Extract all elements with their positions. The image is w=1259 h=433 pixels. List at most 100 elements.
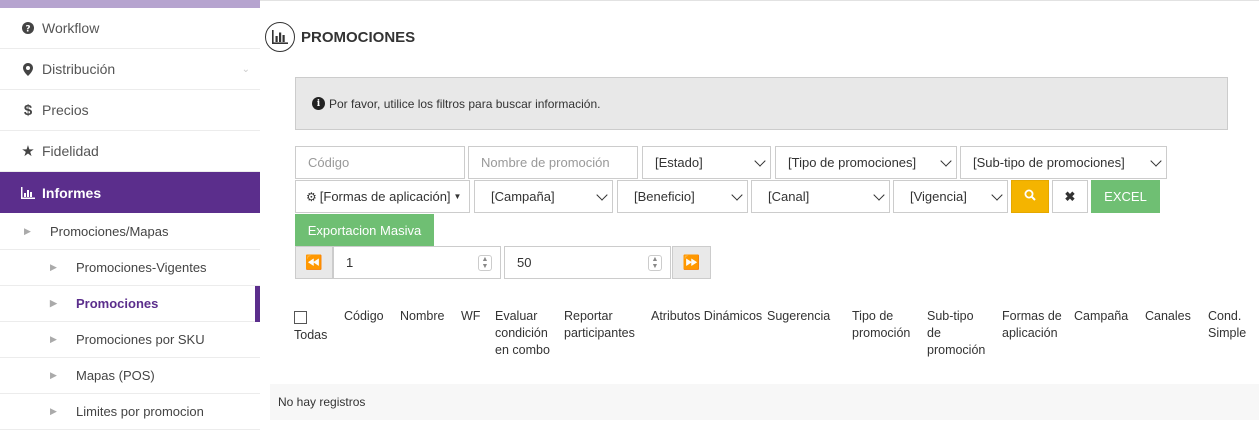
- search-icon: [1024, 189, 1036, 204]
- column-label: Todas: [294, 328, 328, 342]
- column-subtipo-promocion[interactable]: Sub-tipo de promoción: [927, 308, 987, 359]
- column-atributos-dinamicos[interactable]: Atributos Dinámicos: [651, 308, 762, 325]
- column-canales[interactable]: Canales: [1145, 308, 1191, 325]
- spinner-icon[interactable]: ▲ ▼: [648, 255, 662, 271]
- info-alert: i Por favor, utilice los filtros para bu…: [295, 77, 1228, 130]
- fast-forward-icon: ⏩: [682, 254, 701, 270]
- column-wf[interactable]: WF: [461, 308, 480, 325]
- sidebar-item-label: Distribución: [42, 61, 116, 77]
- column-cond-simple[interactable]: Cond. Simple: [1208, 308, 1256, 342]
- vigencia-value: [Vigencia]: [910, 189, 967, 204]
- sidebar-subitem-mapas-pos[interactable]: ▶ Mapas (POS): [0, 358, 260, 394]
- chevron-down-icon: [1150, 155, 1162, 167]
- excel-button[interactable]: EXCEL: [1091, 180, 1160, 213]
- sidebar-item-label: Workflow: [42, 20, 100, 36]
- page-size-input[interactable]: 50 ▲ ▼: [504, 246, 671, 279]
- nombre-promocion-input[interactable]: Nombre de promoción: [468, 146, 638, 179]
- main-content: PROMOCIONES i Por favor, utilice los fil…: [260, 0, 1259, 433]
- empty-table-message: No hay registros: [270, 384, 1259, 420]
- estado-select[interactable]: [Estado]: [642, 146, 771, 179]
- sidebar-subitem-limites-por-promocion[interactable]: ▶ Limites por promocion: [0, 394, 260, 430]
- sidebar-subitem-promociones[interactable]: ▶ Promociones: [0, 286, 260, 322]
- bar-chart-icon: [20, 186, 36, 199]
- sidebar-subitem-label: Promociones-Vigentes: [76, 260, 207, 275]
- page-size-value: 50: [517, 255, 532, 270]
- codigo-placeholder: Código: [308, 155, 350, 170]
- sidebar-item-fidelidad[interactable]: ★ Fidelidad: [0, 131, 260, 172]
- rewind-icon: ⏪: [305, 254, 323, 270]
- chevron-right-icon: ▶: [50, 406, 57, 416]
- chevron-down-icon: ⌄: [241, 63, 250, 75]
- caret-down-icon: ▼: [453, 192, 462, 201]
- select-all-checkbox[interactable]: [294, 311, 307, 324]
- svg-text:?: ?: [25, 25, 30, 35]
- campana-select[interactable]: [Campaña]: [474, 180, 613, 213]
- column-nombre[interactable]: Nombre: [400, 308, 444, 325]
- formas-value: [Formas de aplicación]: [319, 189, 451, 204]
- chevron-down-icon: [731, 189, 743, 201]
- vigencia-select[interactable]: [Vigencia]: [893, 180, 1008, 213]
- exportacion-masiva-button[interactable]: Exportacion Masiva: [295, 214, 434, 246]
- column-reportar-participantes[interactable]: Reportar participantes: [564, 308, 644, 342]
- codigo-input[interactable]: Código: [295, 146, 465, 179]
- info-icon: i: [312, 97, 325, 110]
- sidebar-item-label: Fidelidad: [42, 143, 99, 159]
- sidebar-subitem-label: Promociones por SKU: [76, 332, 205, 347]
- sidebar-subitem-label: Limites por promocion: [76, 404, 204, 419]
- search-button[interactable]: [1011, 180, 1049, 213]
- sidebar-subitem-promociones-vigentes[interactable]: ▶ Promociones-Vigentes: [0, 250, 260, 286]
- column-sugerencia[interactable]: Sugerencia: [767, 308, 830, 325]
- canal-select[interactable]: [Canal]: [751, 180, 890, 213]
- chevron-right-icon: ▶: [50, 262, 57, 272]
- export-label: Exportacion Masiva: [307, 222, 422, 238]
- gear-icon: ⚙: [306, 189, 317, 204]
- subtipo-value: [Sub-tipo de promociones]: [973, 155, 1125, 170]
- tipo-promociones-select[interactable]: [Tipo de promociones]: [775, 146, 957, 179]
- bar-chart-icon: [265, 22, 295, 52]
- chevron-down-icon: [596, 189, 608, 201]
- subtipo-promociones-select[interactable]: [Sub-tipo de promociones]: [960, 146, 1167, 179]
- estado-value: [Estado]: [655, 155, 703, 170]
- question-circle-icon: ?: [20, 22, 36, 34]
- sidebar-item-workflow[interactable]: ? Workflow: [0, 8, 260, 49]
- tipo-value: [Tipo de promociones]: [788, 155, 917, 170]
- chevron-down-icon: [991, 189, 1003, 201]
- column-campana[interactable]: Campaña: [1074, 308, 1128, 325]
- column-formas-aplicacion[interactable]: Formas de aplicación: [1002, 308, 1064, 342]
- chevron-right-icon: ▶: [50, 334, 57, 344]
- sidebar-subitem-promociones-por-sku[interactable]: ▶ Promociones por SKU: [0, 322, 260, 358]
- chevron-right-icon: ▶: [24, 225, 31, 236]
- sidebar-item-informes[interactable]: Informes: [0, 172, 260, 213]
- page-title: PROMOCIONES: [301, 28, 416, 46]
- info-text: Por favor, utilice los filtros para busc…: [329, 96, 601, 111]
- column-todas[interactable]: Todas: [294, 311, 327, 344]
- spinner-icon[interactable]: ▲ ▼: [478, 255, 492, 271]
- column-codigo[interactable]: Código: [344, 308, 384, 325]
- sidebar: ? Workflow Distribución ⌄ $ Precios ★ Fi…: [0, 0, 260, 433]
- prev-page-button[interactable]: ⏪: [295, 246, 333, 279]
- sidebar-subitem-promociones-mapas[interactable]: ▶ Promociones/Mapas: [0, 213, 260, 250]
- next-page-button[interactable]: ⏩: [672, 246, 711, 279]
- nombre-placeholder: Nombre de promoción: [481, 155, 610, 170]
- chevron-right-icon: ▶: [50, 298, 57, 308]
- chevron-down-icon: [873, 189, 885, 201]
- excel-label: EXCEL: [1104, 189, 1147, 204]
- canal-value: [Canal]: [768, 189, 810, 204]
- star-icon: ★: [21, 143, 35, 160]
- chevron-down-icon: [754, 155, 766, 167]
- column-evaluar-condicion[interactable]: Evaluar condición en combo: [495, 308, 555, 359]
- map-marker-icon: [20, 62, 36, 76]
- sidebar-item-precios[interactable]: $ Precios: [0, 90, 260, 131]
- table-header: Todas Código Nombre WF Evaluar condición…: [260, 300, 1259, 380]
- beneficio-value: [Beneficio]: [634, 189, 695, 204]
- sidebar-item-label: Informes: [42, 184, 102, 201]
- sidebar-item-distribucion[interactable]: Distribución ⌄: [0, 49, 260, 90]
- page-number-input[interactable]: 1 ▲ ▼: [333, 246, 501, 279]
- clear-button[interactable]: ✖: [1052, 180, 1088, 213]
- formas-aplicacion-dropdown[interactable]: ⚙ [Formas de aplicación] ▼: [295, 180, 470, 213]
- sidebar-top-bar: [0, 0, 260, 8]
- chevron-right-icon: ▶: [50, 370, 57, 380]
- beneficio-select[interactable]: [Beneficio]: [617, 180, 748, 213]
- campana-value: [Campaña]: [491, 189, 555, 204]
- column-tipo-promocion[interactable]: Tipo de promoción: [852, 308, 918, 342]
